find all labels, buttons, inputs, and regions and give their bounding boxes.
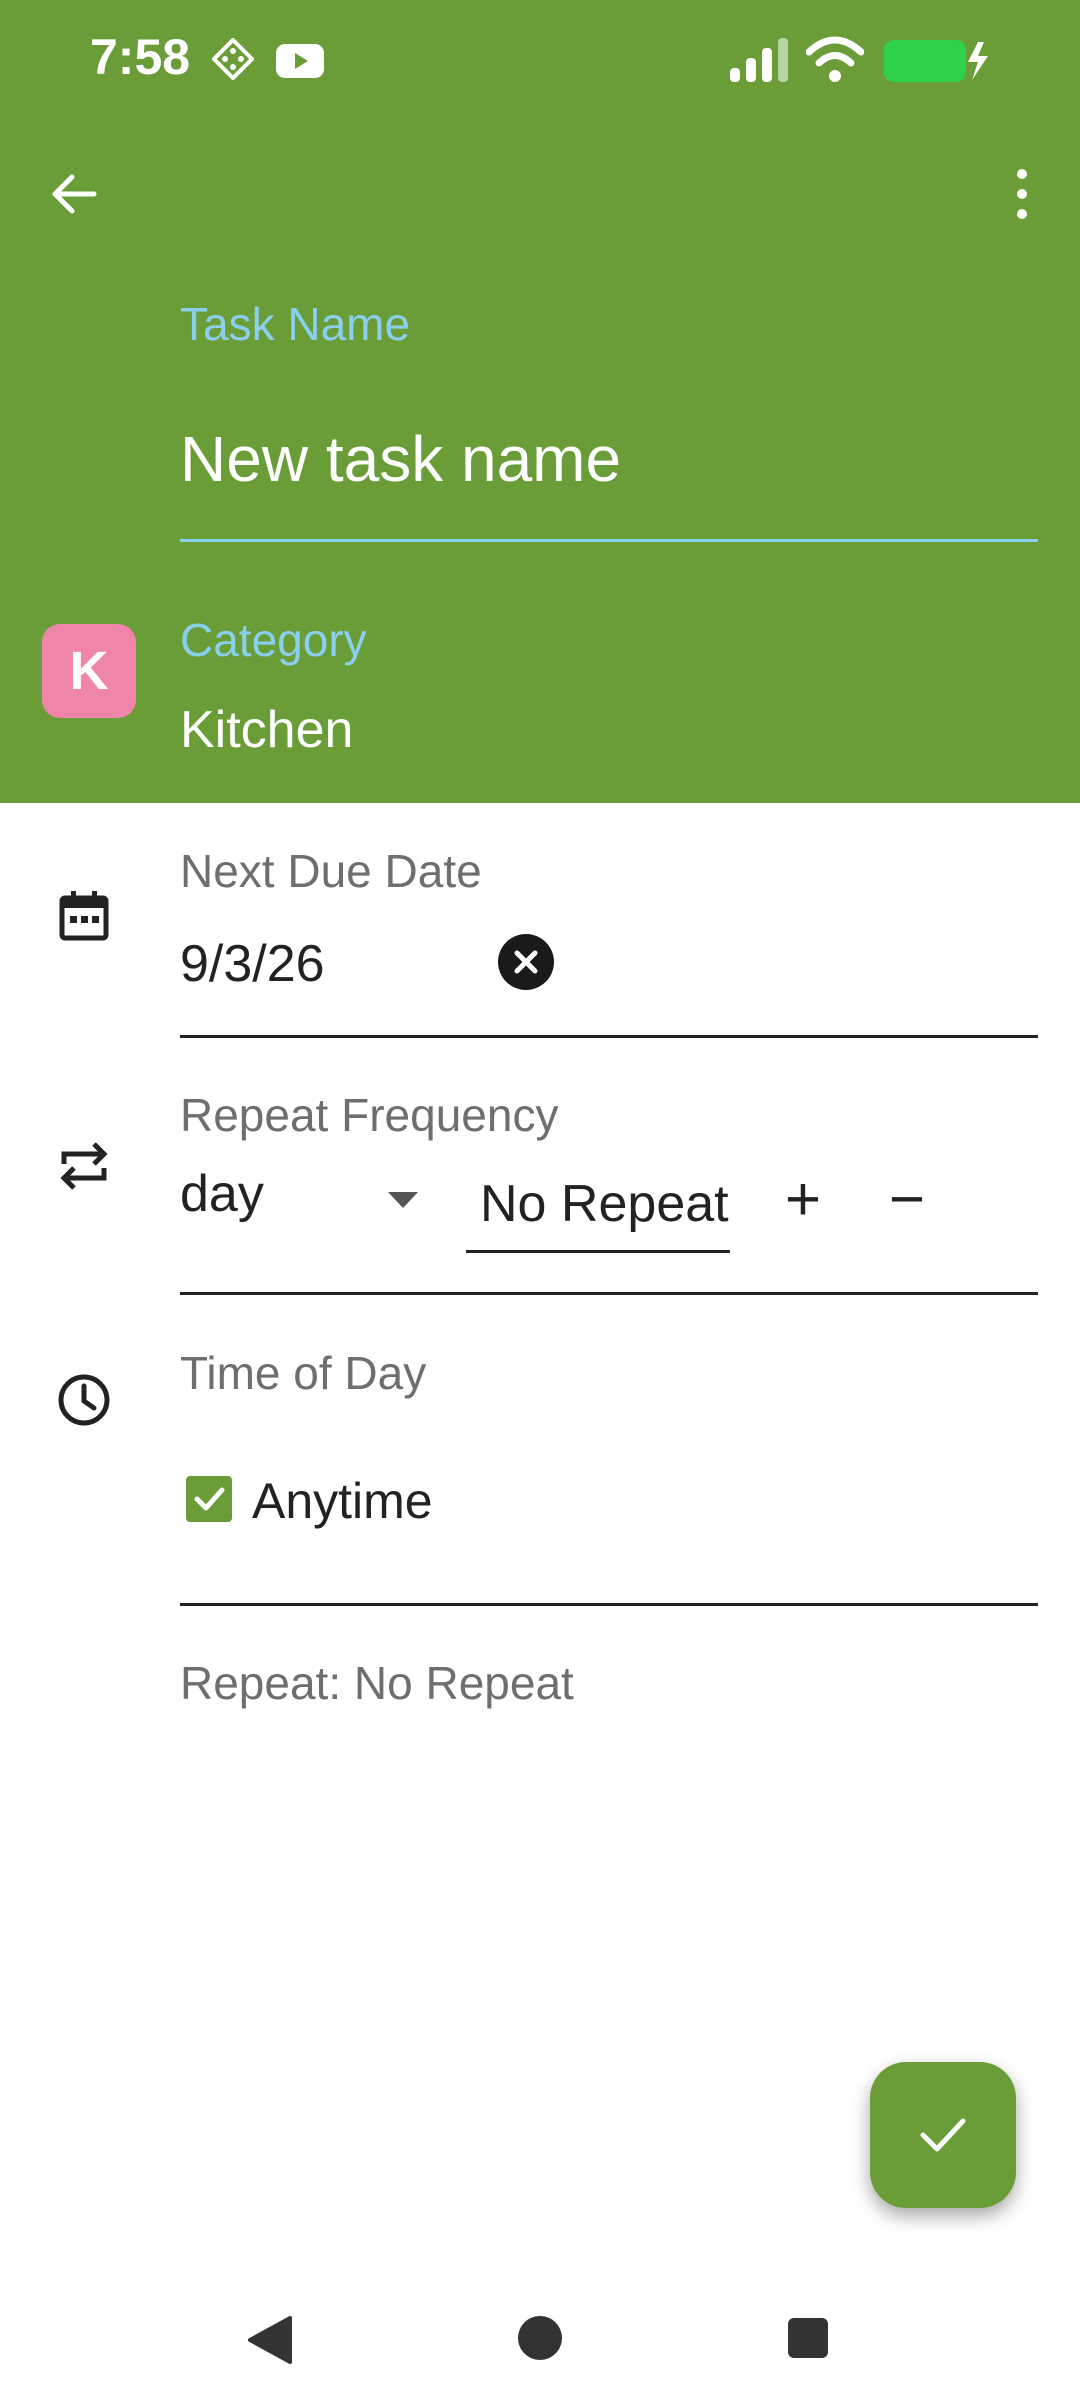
repeat-frequency-label: Repeat Frequency <box>180 1089 559 1141</box>
chevron-down-icon <box>388 1192 418 1208</box>
check-icon <box>920 2118 966 2152</box>
signal-icon <box>728 38 790 84</box>
nav-recents-button[interactable] <box>786 2316 830 2360</box>
back-triangle-icon <box>248 2316 292 2364</box>
repeat-divider <box>180 1292 1038 1295</box>
clock-icon <box>56 1372 112 1428</box>
anytime-label[interactable]: Anytime <box>252 1472 433 1530</box>
more-options-button[interactable] <box>1000 166 1044 222</box>
arrow-left-icon <box>52 174 97 214</box>
repeat-count-value: No Repeat <box>480 1175 729 1233</box>
clear-circle-icon <box>514 950 538 974</box>
nav-back-button[interactable] <box>246 2314 294 2366</box>
more-vert-icon <box>1017 169 1027 219</box>
increment-button[interactable]: + <box>776 1164 830 1234</box>
anytime-checkbox[interactable] <box>186 1476 232 1522</box>
category-badge[interactable]: K <box>42 624 136 718</box>
category-label: Category <box>180 614 367 666</box>
repeat-summary: Repeat: No Repeat <box>180 1657 574 1709</box>
diamond-app-icon <box>211 37 255 81</box>
status-time: 7:58 <box>90 29 191 85</box>
repeat-count-input[interactable]: No Repeat <box>466 1172 730 1253</box>
save-fab-button[interactable] <box>870 2062 1016 2208</box>
due-date-label: Next Due Date <box>180 845 482 897</box>
due-date-input[interactable]: 9/3/26 <box>180 934 325 994</box>
repeat-unit-dropdown[interactable]: day <box>180 1164 420 1234</box>
recents-square-icon <box>788 2318 828 2358</box>
wifi-icon <box>805 36 865 84</box>
task-name-input[interactable]: New task name <box>180 422 621 496</box>
time-of-day-divider <box>180 1603 1038 1606</box>
repeat-icon <box>56 1138 112 1194</box>
time-of-day-label: Time of Day <box>180 1347 427 1399</box>
calendar-icon <box>56 888 112 944</box>
task-name-label: Task Name <box>180 298 411 350</box>
home-circle-icon <box>518 2316 562 2360</box>
category-value[interactable]: Kitchen <box>180 700 353 760</box>
decrement-button[interactable]: − <box>880 1164 934 1234</box>
youtube-icon <box>276 44 324 78</box>
header <box>0 0 1080 803</box>
clear-date-button[interactable] <box>498 934 554 990</box>
due-date-divider <box>180 1035 1038 1038</box>
check-icon <box>194 1487 225 1511</box>
battery-charging-icon <box>884 40 990 82</box>
back-button[interactable] <box>44 164 104 224</box>
nav-home-button[interactable] <box>516 2314 564 2362</box>
task-name-underline <box>180 539 1038 542</box>
repeat-unit-value: day <box>180 1165 264 1223</box>
